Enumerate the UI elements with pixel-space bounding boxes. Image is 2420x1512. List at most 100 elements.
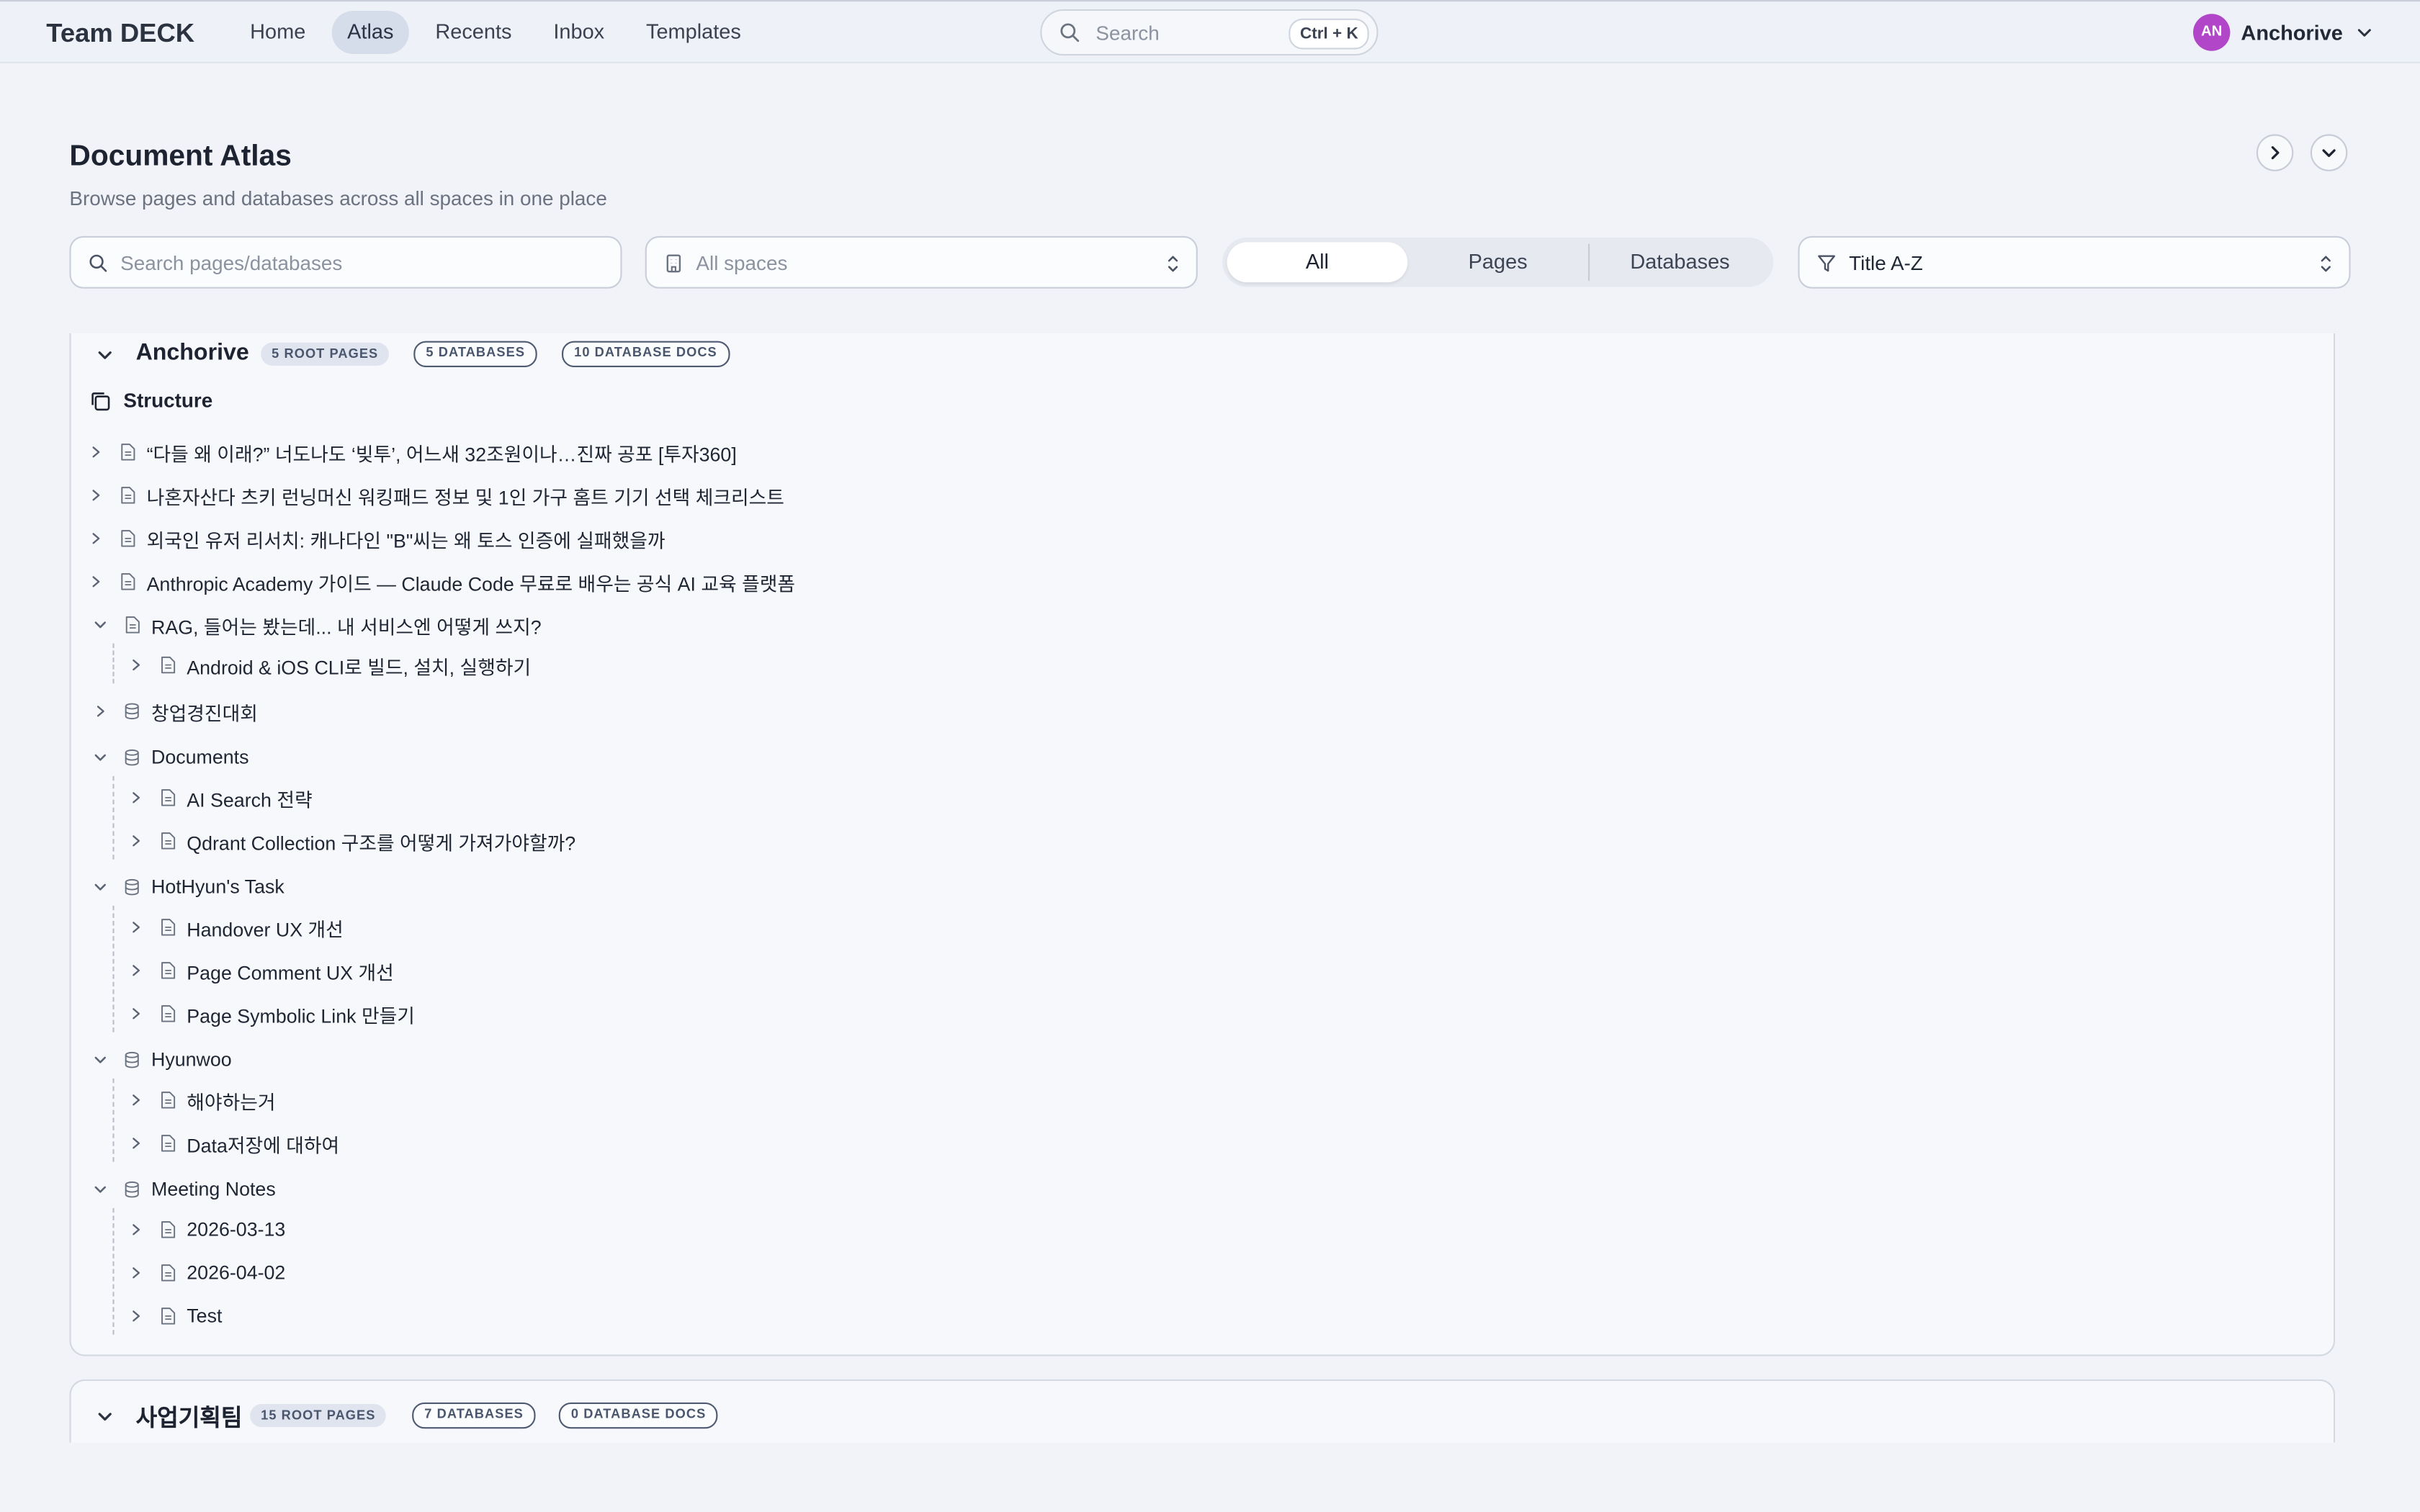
page-icon [161, 1308, 176, 1325]
tree-page-row[interactable]: 나혼자산다 츠키 런닝머신 워킹패드 정보 및 1인 가구 홈트 기기 선택 체… [88, 480, 784, 510]
search-icon [89, 254, 107, 272]
tree-database-row[interactable]: 창업경진대회 [93, 696, 258, 726]
main-nav: Home Atlas Recents Inbox Templates [235, 11, 768, 54]
tree-page-row[interactable]: Test [128, 1300, 222, 1331]
chevron-right-icon[interactable] [128, 790, 143, 805]
tree-item-label: 해야하는거 [187, 1092, 276, 1114]
type-filter-segmented-control: All Pages Databases [1222, 238, 1774, 287]
building-icon [666, 254, 681, 273]
tree-page-row[interactable]: Handover UX 개선 [128, 912, 344, 942]
user-name: Anchorive [2241, 20, 2343, 45]
tree-item-label: 2026-03-13 [187, 1218, 286, 1241]
chevron-down-icon[interactable] [93, 617, 108, 632]
root-pages-badge: 5 ROOT PAGES [261, 342, 390, 366]
tree-item-label: AI Search 전략 [187, 789, 313, 811]
segment-databases[interactable]: Databases [1590, 242, 1770, 282]
chevron-right-icon[interactable] [128, 1135, 143, 1151]
page-icon [161, 1264, 176, 1282]
database-icon [125, 1181, 139, 1198]
tree-page-row[interactable]: RAG, 들어는 봤는데... 내 서비스엔 어떻게 쓰지? [93, 609, 542, 640]
tree-indent-guide [112, 1207, 115, 1335]
page-icon [161, 1005, 176, 1022]
chevron-right-icon[interactable] [128, 1265, 143, 1280]
space-name[interactable]: Anchorive [136, 339, 249, 365]
chevron-right-icon[interactable] [128, 1222, 143, 1237]
tree-page-row[interactable]: Data저장에 대하여 [128, 1128, 339, 1158]
tree-item-label: 2026-04-02 [187, 1261, 286, 1284]
chevron-right-icon[interactable] [128, 1092, 143, 1107]
global-search-input[interactable]: Search Ctrl + K [1040, 9, 1379, 56]
chevron-right-icon[interactable] [128, 657, 143, 672]
nav-item-inbox[interactable]: Inbox [538, 11, 620, 54]
tree-database-row[interactable]: HotHyun's Task [93, 872, 284, 903]
page-icon [121, 487, 135, 504]
search-icon [1060, 23, 1080, 42]
chevron-down-icon[interactable] [93, 1052, 108, 1067]
chevron-right-icon[interactable] [128, 833, 143, 848]
tree-page-row[interactable]: 2026-03-13 [128, 1214, 285, 1245]
chevron-right-icon[interactable] [88, 487, 103, 503]
select-arrows-icon [2321, 256, 2331, 272]
root-pages-badge: 15 ROOT PAGES [250, 1403, 387, 1428]
atlas-search-input[interactable]: Search pages/databases [69, 235, 622, 289]
chevron-down-icon[interactable] [93, 879, 108, 894]
tree-item-label: Page Symbolic Link 만들기 [187, 1005, 415, 1027]
chevron-down-icon[interactable] [93, 750, 108, 765]
tree-page-row[interactable]: AI Search 전략 [128, 782, 313, 813]
chevron-down-icon[interactable] [96, 1407, 115, 1426]
chevron-down-icon[interactable] [96, 346, 115, 364]
space-select[interactable]: All spaces [645, 235, 1198, 289]
tree-page-row[interactable]: “다들 왜 이래?” 너도나도 ‘빚투’, 어느새 32조원이나…진짜 공포 [… [88, 436, 737, 467]
tree-page-row[interactable]: Anthropic Academy 가이드 — Claude Code 무료로 … [88, 566, 795, 597]
chevron-right-icon[interactable] [88, 531, 103, 546]
nav-item-recents[interactable]: Recents [420, 11, 527, 54]
tree-page-row[interactable]: Qdrant Collection 구조를 어떻게 가져가야할까? [128, 825, 575, 856]
segment-all[interactable]: All [1227, 242, 1408, 283]
chevron-right-icon[interactable] [128, 1006, 143, 1021]
filter-icon [1818, 255, 1835, 272]
tree-page-row[interactable]: Page Symbolic Link 만들기 [128, 998, 415, 1029]
chevron-right-icon[interactable] [128, 919, 143, 935]
nav-item-atlas[interactable]: Atlas [331, 11, 409, 54]
chevron-right-icon[interactable] [93, 703, 108, 719]
tree-page-row[interactable]: 해야하는거 [128, 1084, 276, 1115]
chevron-right-icon[interactable] [128, 963, 143, 978]
nav-item-templates[interactable]: Templates [631, 11, 757, 54]
expand-right-button[interactable] [2256, 134, 2294, 171]
nav-item-home[interactable]: Home [235, 11, 321, 54]
chevron-right-icon[interactable] [88, 444, 103, 459]
page-icon [161, 1221, 176, 1238]
database-docs-badge: 10 DATABASE DOCS [562, 341, 730, 367]
user-menu[interactable]: AN Anchorive [2193, 14, 2374, 51]
tree-item-label: Anthropic Academy 가이드 — Claude Code 무료로 … [146, 573, 796, 595]
tree-indent-guide [112, 1078, 115, 1162]
tree-item-label: Hyunwoo [151, 1049, 232, 1071]
page-title: Document Atlas [69, 140, 292, 173]
chevron-right-icon [2271, 146, 2280, 160]
tree-page-row[interactable]: Page Comment UX 개선 [128, 955, 394, 986]
global-search-placeholder: Search [1095, 22, 1160, 45]
tree-item-label: RAG, 들어는 봤는데... 내 서비스엔 어떻게 쓰지? [151, 616, 542, 639]
expand-all-button[interactable] [2310, 134, 2348, 171]
chevron-right-icon[interactable] [88, 574, 103, 589]
tree-page-row[interactable]: 2026-04-02 [128, 1257, 285, 1288]
tree-database-row[interactable]: Meeting Notes [93, 1174, 276, 1205]
tree-indent-guide [112, 643, 115, 684]
chevron-down-icon[interactable] [93, 1182, 108, 1197]
tree-database-row[interactable]: Hyunwoo [93, 1045, 232, 1076]
chevron-right-icon[interactable] [128, 1308, 143, 1323]
sort-select[interactable]: Title A-Z [1798, 235, 2351, 289]
page-icon [125, 616, 140, 634]
brand-logo[interactable]: Team DECK [46, 19, 194, 50]
space-panel-anchorive: Anchorive 5 ROOT PAGES 5 DATABASES 10 DA… [69, 333, 2336, 1356]
tree-indent-guide [112, 905, 115, 1032]
segment-pages[interactable]: Pages [1407, 242, 1588, 282]
structure-label: Structure [123, 389, 213, 413]
page-subtitle: Browse pages and databases across all sp… [69, 186, 607, 210]
tree-page-row[interactable]: 외국인 유저 리서치: 캐나다인 "B"씨는 왜 토스 인증에 실패했을까 [88, 523, 666, 554]
page-icon [161, 1092, 176, 1109]
tree-item-label: Android & iOS CLI로 빌드, 설치, 실행하기 [187, 656, 532, 678]
tree-database-row[interactable]: Documents [93, 742, 249, 773]
space-name[interactable]: 사업기획팀 [136, 1401, 243, 1434]
tree-page-row[interactable]: Android & iOS CLI로 빌드, 설치, 실행하기 [128, 649, 531, 680]
